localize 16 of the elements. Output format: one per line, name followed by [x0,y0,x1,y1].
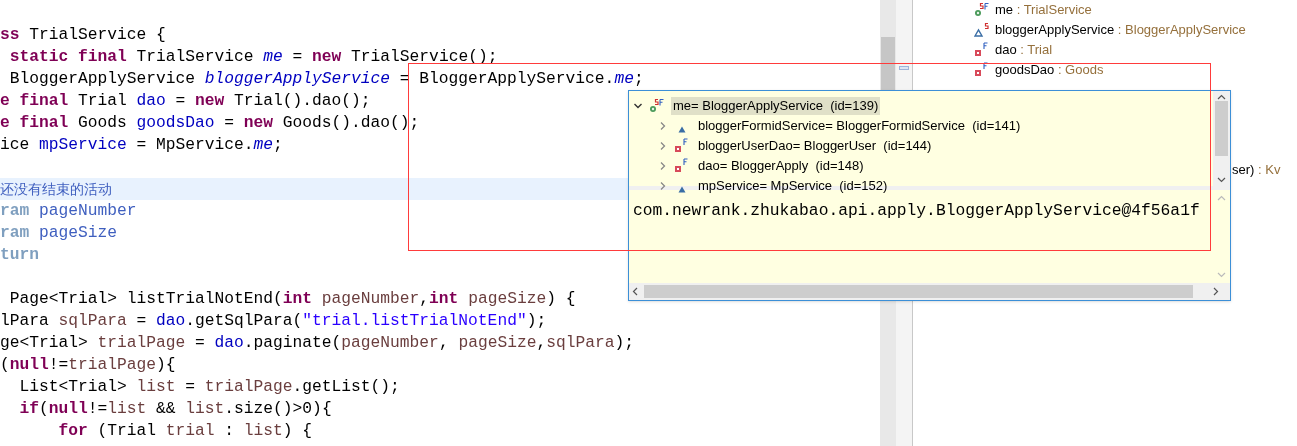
code-line: Page<Trial> listTrialNotEnd(int pageNumber,int pageSize) { [8,289,576,308]
code-line: 还没有结束的活动 [0,180,112,199]
code-line: if(null!=list && list.size()>0){ [18,399,332,418]
code-line: ice mpService = MpService.me; [0,135,283,154]
code-line: lPara sqlPara = dao.getSqlPara("trial.listTrialNotEnd"); [0,311,547,330]
code-line: for (Trial trial : list) { [57,421,313,440]
code-line: ge<Trial> trialPage = dao.paginate(pageNumber, pageSize,sqlPara); [0,333,634,352]
code-line: ram pageSize [0,223,118,242]
code-line: static final TrialService me = new TrialService(); [8,47,498,66]
code-line: ss TrialService { [0,25,166,44]
code-line: e final Trial dao = new Trial().dao(); [0,91,371,110]
value-detail-text: com.newrank.zhukabao.api.apply.BloggerApplyService@4f56a1f [633,201,1200,220]
code-line: List<Trial> list = trialPage.getList(); [18,377,400,396]
code-line: (null!=trialPage){ [0,355,176,374]
code-line: ram pageNumber [0,201,137,220]
code-line: turn [0,245,39,264]
